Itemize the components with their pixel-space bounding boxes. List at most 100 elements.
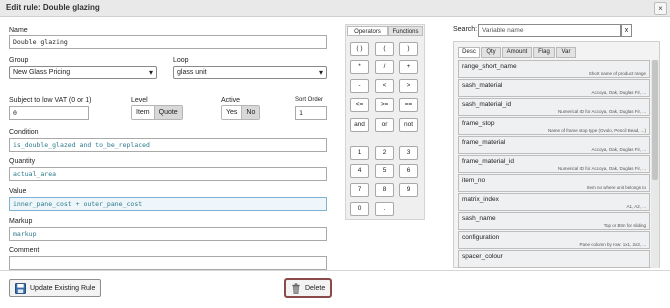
variable-item[interactable]: sash_name Top or Btm for sliding [458,212,650,230]
variable-description: A1, A2, ... [626,204,646,209]
key-decimal[interactable]: . [375,202,394,216]
name-field[interactable]: Double glazing [9,35,327,49]
comment-field[interactable] [9,256,327,270]
tab-operators[interactable]: Operators [347,26,388,36]
update-rule-label: Update Existing Rule [30,284,96,292]
active-option-yes[interactable]: Yes [222,106,242,119]
key-3[interactable]: 3 [399,146,418,160]
key-7[interactable]: 7 [350,183,369,197]
variable-item[interactable]: sash_material Accoya, Oak, Duglas Fir, .… [458,79,650,97]
variable-item[interactable]: frame_material Accoya, Oak, Duglas Fir, … [458,136,650,154]
loop-label: Loop [173,57,189,64]
value-field[interactable]: inner_pane_cost + outer_pane_cost [9,197,327,211]
chevron-down-icon: ▾ [148,68,153,77]
key-2[interactable]: 2 [375,146,394,160]
chevron-down-icon: ▾ [318,68,323,77]
sort-order-field[interactable]: 1 [295,106,327,120]
trash-icon [292,282,300,294]
value-label: Value [9,188,27,195]
active-option-no[interactable]: No [241,106,260,119]
variable-name: frame_material_id [462,158,515,165]
variable-item[interactable]: range_short_name Short name of product r… [458,60,650,78]
floppy-disk-icon [15,282,26,294]
variable-search-input[interactable]: Variable name [478,24,621,37]
key-close-paren[interactable]: ) [399,42,418,56]
group-select[interactable]: New Glass Pricing ▾ [9,66,157,79]
condition-label: Condition [9,129,39,136]
active-toggle[interactable]: Yes No [221,105,261,120]
clear-search-button[interactable]: x [621,24,632,37]
level-label: Level [131,97,148,104]
level-option-item[interactable]: Item [132,106,154,119]
key-0[interactable]: 0 [350,202,369,216]
markup-field[interactable]: markup [9,227,327,241]
key-or[interactable]: or [375,118,394,132]
loop-select-value: glass unit [177,69,207,76]
variable-name: frame_material [462,139,506,146]
key-minus[interactable]: - [350,79,369,93]
dialog-titlebar: Edit rule: Double glazing × [0,0,670,17]
quantity-field[interactable]: actual_area [9,167,327,181]
key-parentheses[interactable]: ( ) [350,42,369,56]
key-greater-equal[interactable]: >= [375,98,394,112]
variable-name: configuration [462,234,500,241]
key-open-paren[interactable]: ( [375,42,394,56]
tab-flag[interactable]: Flag [533,47,555,58]
variable-name: spacer_colour [462,253,503,260]
key-multiply[interactable]: * [350,60,369,74]
search-label: Search: [453,26,478,33]
key-less-equal[interactable]: <= [350,98,369,112]
key-less-than[interactable]: < [375,79,394,93]
key-5[interactable]: 5 [375,164,394,178]
variable-description: Accoya, Oak, Duglas Fir, ... [591,90,646,95]
variable-name: matrix_index [462,196,499,203]
key-divide[interactable]: / [375,60,394,74]
delete-rule-button[interactable]: Delete [283,278,333,298]
tab-functions[interactable]: Functions [388,26,423,36]
variable-item[interactable]: frame_material_id Numerical ID for Accoy… [458,155,650,173]
variable-list: range_short_name Short name of product r… [458,60,650,268]
tab-amount[interactable]: Amount [502,47,532,58]
name-label: Name [9,27,28,34]
key-4[interactable]: 4 [350,164,369,178]
scrollbar-thumb[interactable] [652,60,658,180]
condition-field[interactable]: is_double_glazed and to_be_replaced [9,138,327,152]
group-label: Group [9,57,29,64]
loop-select[interactable]: glass unit ▾ [173,66,327,79]
tab-var[interactable]: Var [556,47,576,58]
key-6[interactable]: 6 [399,164,418,178]
variable-item[interactable]: matrix_index A1, A2, ... [458,193,650,211]
vat-label: Subject to low VAT (0 or 1) [9,97,92,104]
variable-name: sash_name [462,215,496,222]
key-9[interactable]: 9 [399,183,418,197]
variable-item[interactable]: spacer_colour [458,250,650,268]
variable-item[interactable]: frame_stop Name of frame stop type (Ovol… [458,117,650,135]
variable-name: sash_material [462,82,503,89]
close-icon[interactable]: × [654,2,667,15]
key-1[interactable]: 1 [350,146,369,160]
variable-name: sash_material_id [462,101,512,108]
key-not[interactable]: not [399,118,418,132]
variable-list-scrollbar[interactable] [651,60,659,268]
variable-item[interactable]: item_no Item no where unit belongs to [458,174,650,192]
comment-label: Comment [9,247,40,254]
variable-description: Top or Btm for sliding [603,223,646,228]
key-equals[interactable]: == [399,98,418,112]
key-greater-than[interactable]: > [399,79,418,93]
tab-qty[interactable]: Qty [481,47,501,58]
update-rule-button[interactable]: Update Existing Rule [9,279,102,297]
variable-description: Numerical ID for Accoya, Oak, Duglas Fir… [557,166,646,171]
dialog-title: Edit rule: Double glazing [6,3,100,12]
level-option-quote[interactable]: Quote [153,106,182,119]
variable-item[interactable]: configuration Pane column by row: 1x1, 2… [458,231,650,249]
group-select-value: New Glass Pricing [13,69,71,76]
variable-name: item_no [462,177,486,184]
vat-field[interactable]: 0 [9,106,89,120]
level-toggle[interactable]: Item Quote [131,105,183,120]
key-and[interactable]: and [350,118,369,132]
key-8[interactable]: 8 [375,183,394,197]
variable-description: Item no where unit belongs to [586,185,646,190]
tab-desc[interactable]: Desc [458,47,480,58]
key-plus[interactable]: + [399,60,418,74]
variable-item[interactable]: sash_material_id Numerical ID for Accoya… [458,98,650,116]
